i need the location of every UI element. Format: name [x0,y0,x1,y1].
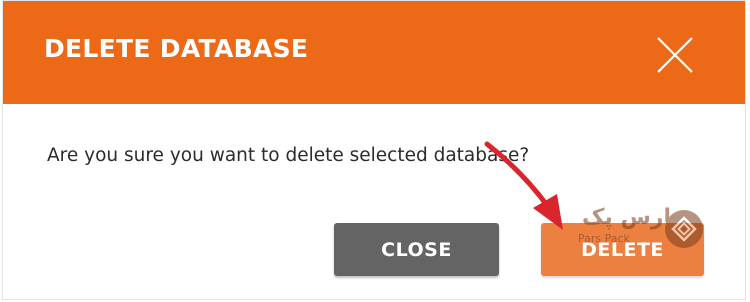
dialog-title: DELETE DATABASE [44,34,309,63]
close-icon[interactable] [654,34,696,76]
dialog-header: DELETE DATABASE [3,1,745,104]
confirmation-message: Are you sure you want to delete selected… [47,145,530,166]
close-button[interactable]: CLOSE [334,223,499,276]
delete-database-dialog: DELETE DATABASE Are you sure you want to… [2,0,746,300]
delete-button[interactable]: DELETE [541,223,704,276]
